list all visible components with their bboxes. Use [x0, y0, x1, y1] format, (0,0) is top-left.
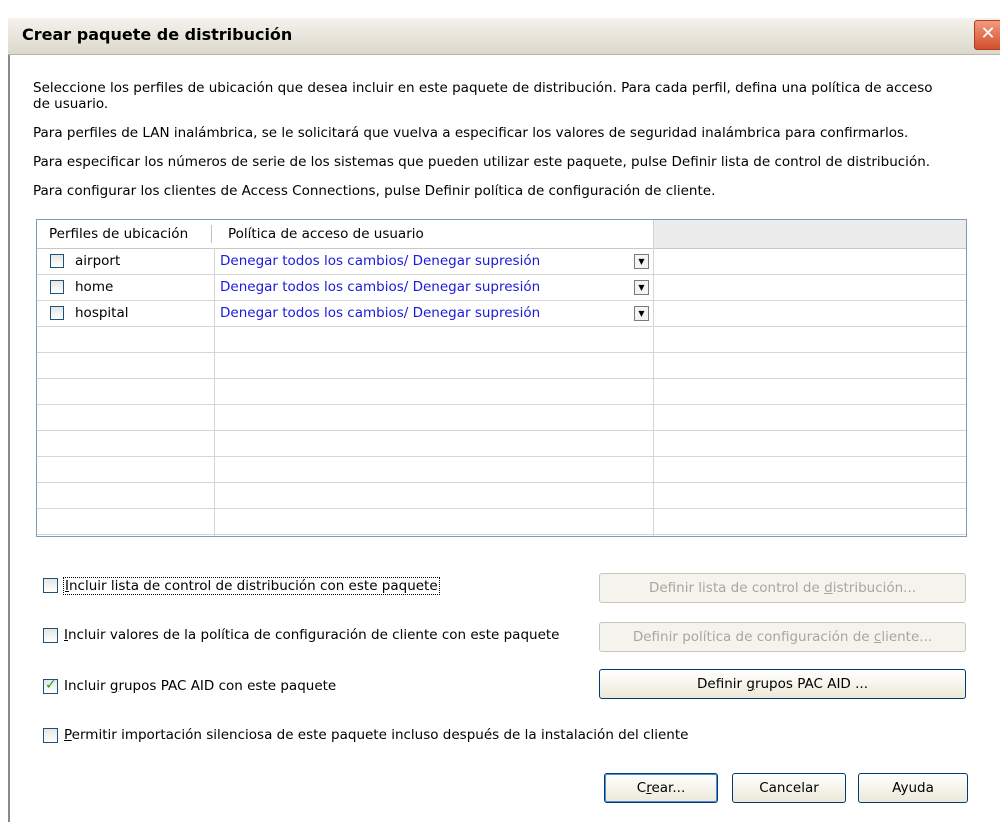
instruction-line-1b: de usuario.	[33, 96, 109, 112]
table-row-empty	[37, 353, 966, 379]
table-row-empty	[37, 379, 966, 405]
table-row-empty	[37, 457, 966, 483]
button-text: Definir política de configuración de	[632, 629, 874, 645]
checkmark-icon: ✓	[45, 677, 57, 693]
column-header-empty	[653, 220, 966, 248]
define-config-policy-button[interactable]: Definir política de configuración de cli…	[599, 622, 966, 652]
table-row[interactable]: hospital Denegar todos los cambios/ Dene…	[37, 301, 966, 327]
profiles-table: Perfiles de ubicación Política de acceso…	[36, 219, 967, 537]
label-text: ncluir valores de la política de configu…	[67, 627, 560, 643]
pac-groups-label[interactable]: Incluir grupos PAC AID con este paquete	[64, 678, 336, 694]
instruction-line-4: Para configurar los clientes de Access C…	[33, 183, 716, 199]
table-row[interactable]: home Denegar todos los cambios/ Denegar …	[37, 275, 966, 301]
button-text: rupos PAC AID ...	[754, 676, 868, 692]
instruction-line-2: Para perfiles de LAN inalámbrica, se le …	[33, 125, 909, 141]
button-text: Definir lista de control de	[648, 580, 825, 596]
label-text: ncluir lista de control de distribución …	[68, 578, 438, 594]
mnemonic-char: P	[64, 727, 72, 743]
silent-import-label[interactable]: Permitir importación silenciosa de este …	[64, 727, 688, 743]
instruction-line-1a: Seleccione los perfiles de ubicación que…	[33, 80, 933, 96]
table-header: Perfiles de ubicación Política de acceso…	[37, 220, 966, 249]
profile-name: home	[75, 279, 114, 295]
config-policy-label[interactable]: Incluir valores de la política de config…	[64, 627, 559, 643]
button-text: C	[636, 780, 647, 796]
table-row-empty	[37, 327, 966, 353]
dist-list-label[interactable]: Incluir lista de control de distribución…	[63, 577, 440, 595]
table-row-empty	[37, 509, 966, 535]
pac-groups-checkbox[interactable]: ✓	[43, 677, 58, 694]
label-text: ermitir importación silenciosa de este p…	[71, 727, 689, 743]
table-row-empty	[37, 483, 966, 509]
help-button[interactable]: Ayuda	[858, 773, 968, 803]
mnemonic-char: g	[746, 676, 755, 692]
button-text: ear...	[651, 780, 686, 796]
row-checkbox[interactable]	[50, 254, 64, 268]
chevron-down-icon[interactable]: ▼	[634, 280, 649, 295]
profile-name: hospital	[75, 305, 129, 321]
button-text: Definir	[697, 676, 747, 692]
table-row-empty	[37, 405, 966, 431]
column-header-profiles[interactable]: Perfiles de ubicación	[49, 226, 188, 242]
close-icon[interactable]: ✕	[974, 20, 1000, 50]
row-checkbox[interactable]	[50, 280, 64, 294]
policy-value[interactable]: Denegar todos los cambios/ Denegar supre…	[220, 279, 540, 295]
mnemonic-char: d	[824, 580, 833, 596]
profile-name: airport	[75, 253, 121, 269]
chevron-down-icon[interactable]: ▼	[634, 306, 649, 321]
policy-value[interactable]: Denegar todos los cambios/ Denegar supre…	[220, 253, 540, 269]
title-bar[interactable]: Crear paquete de distribución ✕	[8, 18, 1000, 55]
label-text: Incluir	[64, 678, 110, 694]
define-pac-groups-button[interactable]: Definir grupos PAC AID ...	[599, 669, 966, 699]
button-text: istribución...	[832, 580, 917, 596]
instruction-line-3: Para especificar los números de serie de…	[33, 154, 931, 170]
create-button[interactable]: Crear...	[604, 773, 718, 803]
window-title: Crear paquete de distribución	[22, 25, 293, 44]
silent-import-checkbox[interactable]	[43, 728, 58, 743]
column-divider[interactable]	[211, 225, 212, 243]
define-dist-list-button[interactable]: Definir lista de control de distribución…	[599, 573, 966, 603]
button-text: liente...	[881, 629, 933, 645]
row-checkbox[interactable]	[50, 306, 64, 320]
table-row-empty	[37, 431, 966, 457]
table-row[interactable]: airport Denegar todos los cambios/ Deneg…	[37, 249, 966, 275]
policy-value[interactable]: Denegar todos los cambios/ Denegar supre…	[220, 305, 540, 321]
config-policy-checkbox[interactable]	[43, 628, 58, 643]
chevron-down-icon[interactable]: ▼	[634, 254, 649, 269]
cancel-button[interactable]: Cancelar	[732, 773, 846, 803]
column-header-policy[interactable]: Política de acceso de usuario	[228, 226, 424, 242]
label-text: rupos PAC AID con este paquete	[118, 678, 337, 694]
dist-list-checkbox[interactable]	[43, 578, 58, 593]
